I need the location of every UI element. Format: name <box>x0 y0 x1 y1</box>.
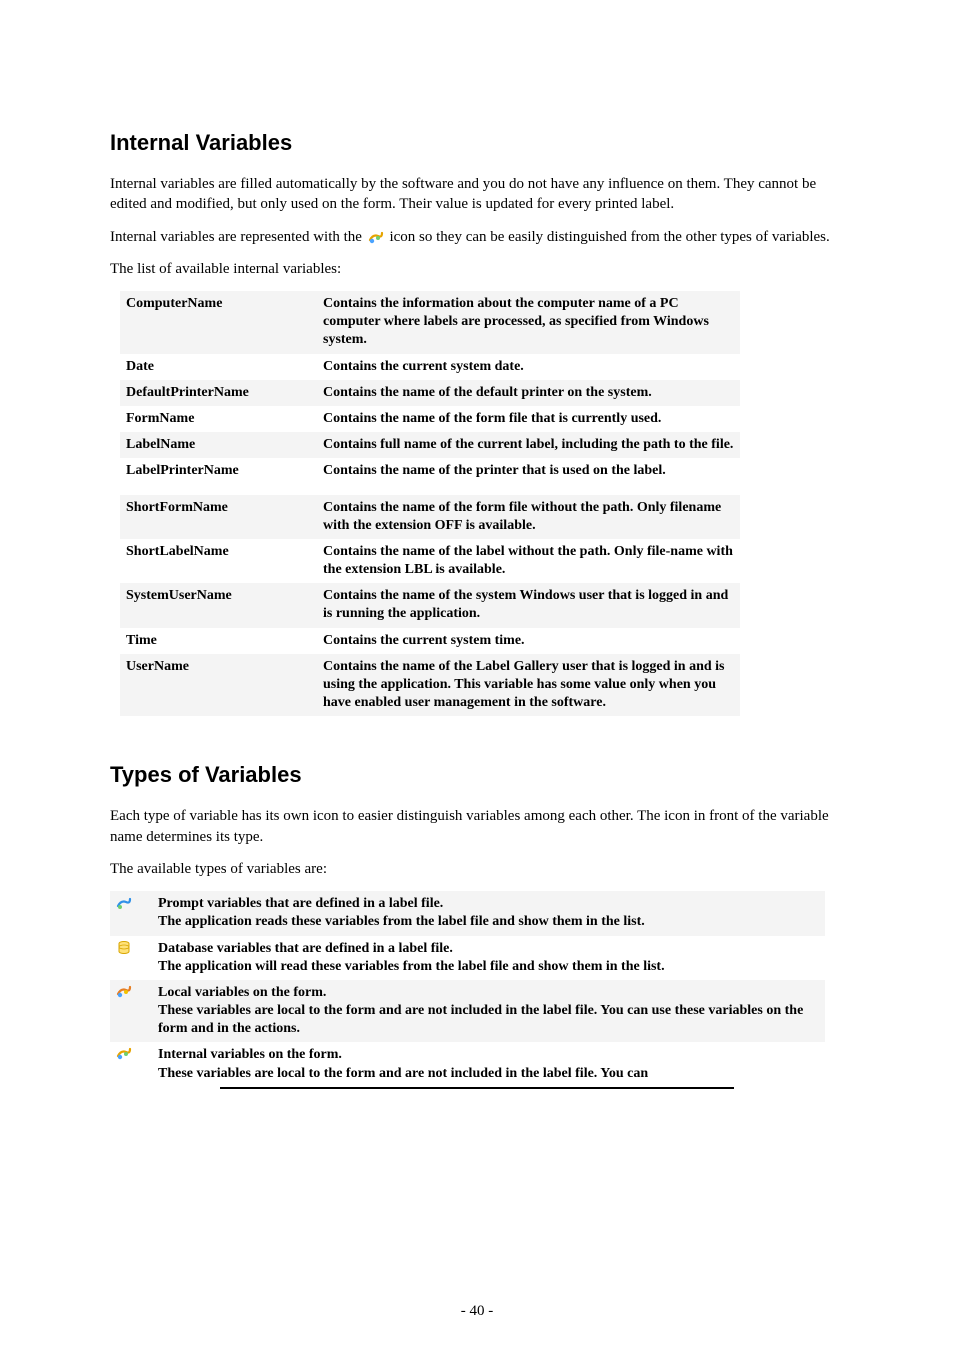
variable-types-table: Prompt variables that are defined in a l… <box>110 891 825 1087</box>
variable-desc: Contains the name of the printer that is… <box>317 458 740 494</box>
variable-name: UserName <box>120 654 317 717</box>
variable-desc: Contains the information about the compu… <box>317 291 740 354</box>
table-row: LabelName Contains full name of the curr… <box>120 432 740 458</box>
variable-desc: Contains the current system date. <box>317 354 740 380</box>
text-fragment: icon so they can be easily distinguished… <box>389 229 829 245</box>
text-fragment: Prompt variables that are defined in a l… <box>158 896 443 911</box>
table-row: DefaultPrinterName Contains the name of … <box>120 380 740 406</box>
table-row: Internal variables on the form. These va… <box>110 1042 825 1086</box>
type-desc: Local variables on the form. These varia… <box>152 980 825 1043</box>
text-fragment: Internal variables are represented with … <box>110 229 366 245</box>
table-row: Time Contains the current system time. <box>120 628 740 654</box>
table-row: Database variables that are defined in a… <box>110 936 825 980</box>
heading-internal-variables: Internal Variables <box>110 130 844 156</box>
variable-desc: Contains full name of the current label,… <box>317 432 740 458</box>
table-row: SystemUserName Contains the name of the … <box>120 583 740 627</box>
paragraph: Internal variables are filled automatica… <box>110 174 844 215</box>
variable-name: ShortLabelName <box>120 539 317 583</box>
text-fragment: These variables are local to the form an… <box>158 1066 648 1081</box>
variable-desc: Contains the name of the default printer… <box>317 380 740 406</box>
table-row: ShortLabelName Contains the name of the … <box>120 539 740 583</box>
internal-variables-table: ComputerName Contains the information ab… <box>120 291 740 716</box>
text-fragment: Database variables that are defined in a… <box>158 941 453 956</box>
paragraph: The available types of variables are: <box>110 859 844 879</box>
table-row: Local variables on the form. These varia… <box>110 980 825 1043</box>
paragraph: The list of available internal variables… <box>110 259 844 279</box>
text-fragment: The application reads these variables fr… <box>158 914 645 929</box>
type-desc: Prompt variables that are defined in a l… <box>152 891 825 935</box>
internal-variable-icon <box>368 230 384 244</box>
page-number: - 40 - <box>0 1303 954 1320</box>
variable-desc: Contains the name of the label without t… <box>317 539 740 583</box>
internal-variable-icon <box>110 1042 152 1086</box>
variable-name: Time <box>120 628 317 654</box>
variable-desc: Contains the current system time. <box>317 628 740 654</box>
variable-name: ShortFormName <box>120 495 317 539</box>
variable-desc: Contains the name of the form file that … <box>317 406 740 432</box>
footer-rule <box>220 1087 734 1089</box>
table-row: UserName Contains the name of the Label … <box>120 654 740 717</box>
table-row: FormName Contains the name of the form f… <box>120 406 740 432</box>
variable-name: SystemUserName <box>120 583 317 627</box>
variable-name: DefaultPrinterName <box>120 380 317 406</box>
table-row: LabelPrinterName Contains the name of th… <box>120 458 740 494</box>
text-fragment: Internal variables on the form. <box>158 1047 342 1062</box>
paragraph: Each type of variable has its own icon t… <box>110 806 844 847</box>
table-row: ShortFormName Contains the name of the f… <box>120 495 740 539</box>
text-fragment: Local variables on the form. <box>158 985 326 1000</box>
table-row: ComputerName Contains the information ab… <box>120 291 740 354</box>
prompt-variable-icon <box>110 891 152 935</box>
variable-desc: Contains the name of the system Windows … <box>317 583 740 627</box>
text-fragment: The application will read these variable… <box>158 959 665 974</box>
variable-name: FormName <box>120 406 317 432</box>
document-page: Internal Variables Internal variables ar… <box>0 0 954 1350</box>
text-fragment: These variables are local to the form an… <box>158 1003 803 1036</box>
paragraph: Internal variables are represented with … <box>110 227 844 247</box>
variable-name: ComputerName <box>120 291 317 354</box>
table-row: Date Contains the current system date. <box>120 354 740 380</box>
table-row: Prompt variables that are defined in a l… <box>110 891 825 935</box>
variable-desc: Contains the name of the Label Gallery u… <box>317 654 740 717</box>
heading-types-of-variables: Types of Variables <box>110 762 844 788</box>
variable-name: LabelName <box>120 432 317 458</box>
variable-desc: Contains the name of the form file witho… <box>317 495 740 539</box>
variable-name: LabelPrinterName <box>120 458 317 494</box>
type-desc: Database variables that are defined in a… <box>152 936 825 980</box>
variable-name: Date <box>120 354 317 380</box>
database-variable-icon <box>110 936 152 980</box>
local-variable-icon <box>110 980 152 1043</box>
type-desc: Internal variables on the form. These va… <box>152 1042 825 1086</box>
